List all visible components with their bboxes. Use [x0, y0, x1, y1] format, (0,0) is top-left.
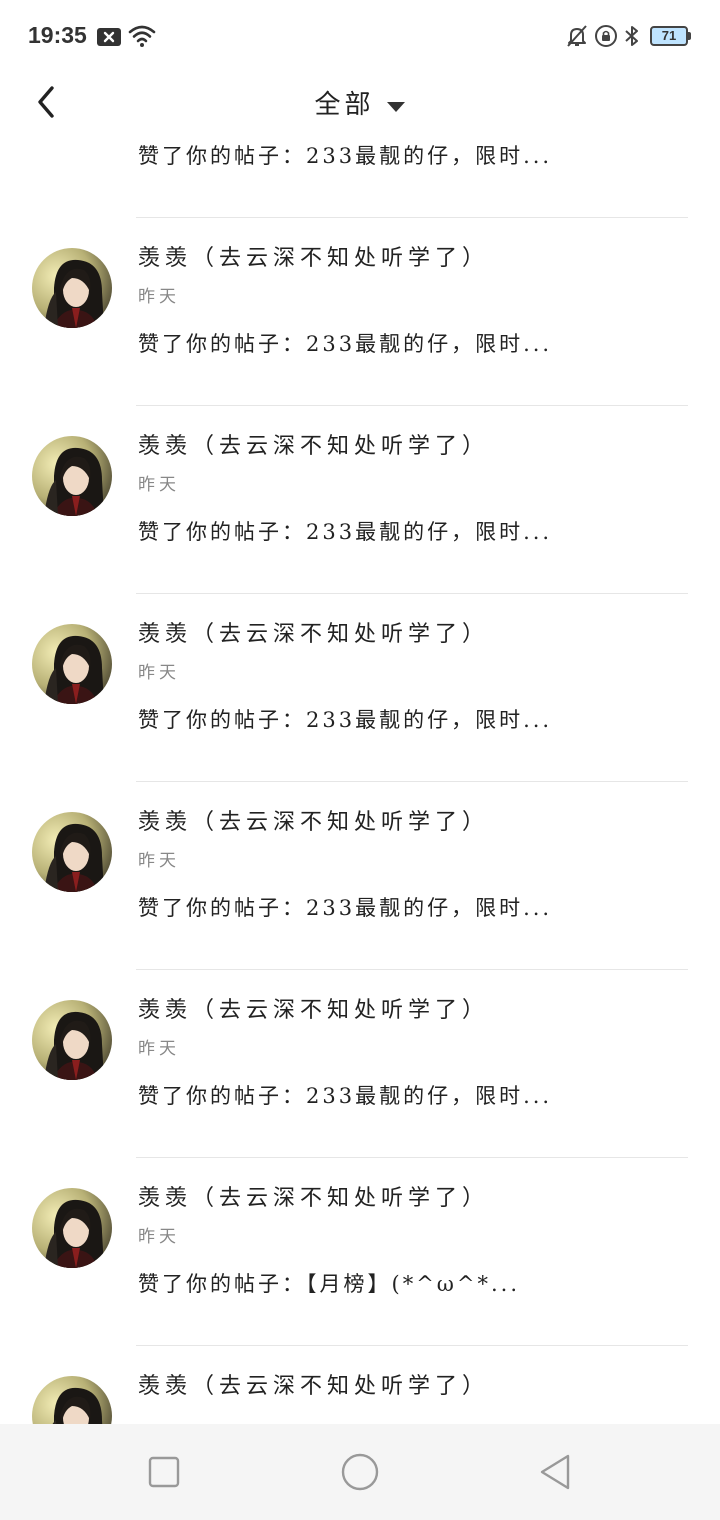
notification-content[interactable]: 赞了你的帖子：233最靓的仔，限时... [138, 1080, 552, 1110]
timestamp: 昨天 [138, 475, 180, 495]
avatar[interactable] [32, 436, 112, 516]
notification-list[interactable]: 赞了你的帖子：233最靓的仔，限时... 羡羡（去云深不知处听学了） 昨天 赞了… [0, 142, 720, 1424]
user-name[interactable]: 羡羡（去云深不知处听学了） [138, 428, 489, 460]
timestamp: 昨天 [138, 1227, 180, 1247]
avatar[interactable] [32, 1188, 112, 1268]
timestamp: 昨天 [138, 287, 180, 307]
lock-rotation-icon [595, 25, 617, 47]
back-triangle-icon[interactable] [536, 1452, 576, 1492]
user-name[interactable]: 羡羡（去云深不知处听学了） [138, 616, 489, 648]
timestamp: 昨天 [138, 851, 180, 871]
bell-off-icon [567, 25, 587, 47]
list-item[interactable]: 羡羡（去云深不知处听学了） 昨天 赞了你的帖子：233最靓的仔，限时... [0, 970, 720, 1158]
close-box-icon [97, 28, 121, 46]
bluetooth-icon [625, 26, 638, 46]
list-item[interactable]: 赞了你的帖子：233最靓的仔，限时... [0, 142, 720, 218]
list-item[interactable]: 羡羡（去云深不知处听学了） 昨天 赞了你的帖子：233最靓的仔，限时... [0, 406, 720, 594]
list-item[interactable]: 羡羡（去云深不知处听学了） 昨天 赞了你的帖子：【月榜】(*^ω^*... [0, 1158, 720, 1346]
avatar[interactable] [32, 1376, 112, 1424]
avatar[interactable] [32, 812, 112, 892]
avatar[interactable] [32, 624, 112, 704]
notification-content[interactable]: 赞了你的帖子：233最靓的仔，限时... [138, 142, 552, 170]
filter-dropdown[interactable]: 全部 [0, 84, 720, 121]
avatar[interactable] [32, 1000, 112, 1080]
system-nav-bar [0, 1424, 720, 1520]
battery-tip [688, 32, 691, 40]
app-header: 全部 [0, 72, 720, 142]
caret-down-icon [386, 101, 405, 112]
timestamp: 昨天 [138, 1039, 180, 1059]
user-name[interactable]: 羡羡（去云深不知处听学了） [138, 1180, 489, 1212]
avatar[interactable] [32, 248, 112, 328]
user-name[interactable]: 羡羡（去云深不知处听学了） [138, 992, 489, 1024]
list-item[interactable]: 羡羡（去云深不知处听学了） 昨天 赞了你的帖子：233最靓的仔，限时... [0, 218, 720, 406]
notification-content[interactable]: 赞了你的帖子：233最靓的仔，限时... [138, 704, 552, 734]
status-bar: 19:35 71 [0, 0, 720, 72]
recent-apps-icon[interactable] [144, 1452, 184, 1492]
list-item[interactable]: 羡羡（去云深不知处听学了） [0, 1346, 720, 1424]
list-item[interactable]: 羡羡（去云深不知处听学了） 昨天 赞了你的帖子：233最靓的仔，限时... [0, 782, 720, 970]
list-item[interactable]: 羡羡（去云深不知处听学了） 昨天 赞了你的帖子：233最靓的仔，限时... [0, 594, 720, 782]
notification-content[interactable]: 赞了你的帖子：233最靓的仔，限时... [138, 328, 552, 358]
notification-content[interactable]: 赞了你的帖子：233最靓的仔，限时... [138, 892, 552, 922]
notification-content[interactable]: 赞了你的帖子：233最靓的仔，限时... [138, 516, 552, 546]
user-name[interactable]: 羡羡（去云深不知处听学了） [138, 804, 489, 836]
user-name[interactable]: 羡羡（去云深不知处听学了） [138, 240, 489, 272]
notification-content[interactable]: 赞了你的帖子：【月榜】(*^ω^*... [138, 1268, 520, 1298]
battery-level: 71 [661, 28, 677, 43]
timestamp: 昨天 [138, 663, 180, 683]
status-time: 19:35 [28, 22, 87, 48]
user-name[interactable]: 羡羡（去云深不知处听学了） [138, 1368, 489, 1400]
wifi-icon [128, 25, 156, 47]
home-icon[interactable] [340, 1452, 380, 1492]
battery-icon: 71 [650, 26, 688, 46]
page-title: 全部 [314, 90, 375, 120]
